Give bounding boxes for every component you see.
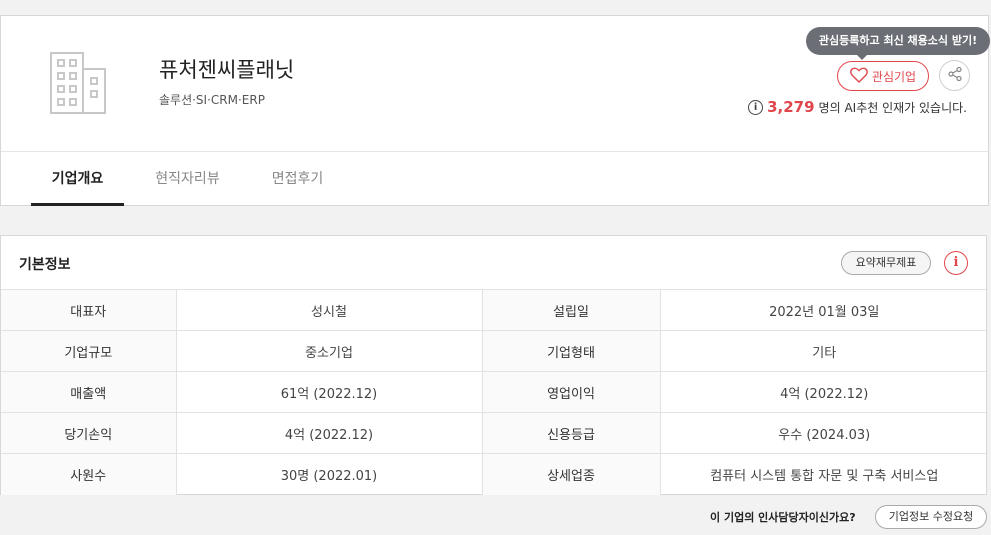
row-value: 중소기업 xyxy=(175,330,482,372)
basic-info-table: 대표자 성시철 설립일 2022년 01월 03일 기업규모 중소기업 기업형태… xyxy=(1,289,988,495)
ai-talent-text: 명의 AI추천 인재가 있습니다. xyxy=(818,100,967,115)
company-name: 퓨처젠씨플래닛 xyxy=(159,58,295,82)
info-icon[interactable]: i xyxy=(748,99,764,115)
edit-request-button[interactable]: 기업정보 수정요청 xyxy=(875,505,987,529)
row-value: 우수 (2024.03) xyxy=(659,412,988,454)
row-value: 2022년 01월 03일 xyxy=(659,289,988,331)
row-label: 영업이익 xyxy=(481,371,660,413)
row-value: 61억 (2022.12) xyxy=(175,371,482,413)
share-icon xyxy=(947,66,963,86)
favorite-company-button[interactable]: 관심기업 xyxy=(837,61,929,91)
row-label: 사원수 xyxy=(1,453,176,495)
financial-summary-button[interactable]: 요약재무제표 xyxy=(841,251,931,275)
row-label: 기업형태 xyxy=(481,330,660,372)
company-header-card: 퓨처젠씨플래닛 솔루션·SI·CRM·ERP 관심등록하고 최신 채용소식 받기… xyxy=(0,15,990,206)
row-label: 상세업종 xyxy=(481,453,660,495)
table-row: 매출액 61억 (2022.12) 영업이익 4억 (2022.12) xyxy=(1,371,988,413)
row-label: 당기손익 xyxy=(1,412,176,454)
row-value: 성시철 xyxy=(175,289,482,331)
building-icon xyxy=(49,52,109,114)
company-tabs: 기업개요 현직자리뷰 면접후기 xyxy=(1,151,988,206)
ai-talent-count: 3,279 xyxy=(767,98,815,116)
row-value: 30명 (2022.01) xyxy=(175,453,482,495)
table-row: 사원수 30명 (2022.01) 상세업종 컴퓨터 시스템 통합 자문 및 구… xyxy=(1,453,988,495)
table-row: 당기손익 4억 (2022.12) 신용등급 우수 (2024.03) xyxy=(1,412,988,454)
basic-info-title: 기본정보 xyxy=(19,257,71,273)
row-label: 설립일 xyxy=(481,289,660,331)
heart-icon xyxy=(850,67,868,86)
row-value: 기타 xyxy=(659,330,988,372)
share-button[interactable] xyxy=(939,60,970,91)
tab-interview-review[interactable]: 면접후기 xyxy=(251,152,344,206)
row-label: 매출액 xyxy=(1,371,176,413)
basic-info-card: 기본정보 요약재무제표 i 대표자 성시철 설립일 2022년 01월 03일 … xyxy=(0,235,988,495)
row-value: 컴퓨터 시스템 통합 자문 및 구축 서비스업 xyxy=(659,453,988,495)
row-label: 신용등급 xyxy=(481,412,660,454)
favorite-label: 관심기업 xyxy=(871,69,917,84)
row-value: 4억 (2022.12) xyxy=(175,412,482,454)
row-label: 기업규모 xyxy=(1,330,176,372)
tab-employee-review[interactable]: 현직자리뷰 xyxy=(141,152,234,206)
favorite-tooltip: 관심등록하고 최신 채용소식 받기! xyxy=(806,27,990,60)
row-value: 4억 (2022.12) xyxy=(659,371,988,413)
table-row: 대표자 성시철 설립일 2022년 01월 03일 xyxy=(1,289,988,331)
ai-recommend-line: i 3,279 명의 AI추천 인재가 있습니다. xyxy=(748,98,967,116)
info-alert-icon[interactable]: i xyxy=(944,251,968,275)
tab-company-overview[interactable]: 기업개요 xyxy=(31,152,124,206)
table-row: 기업규모 중소기업 기업형태 기타 xyxy=(1,330,988,372)
row-label: 대표자 xyxy=(1,289,176,331)
hr-manager-question: 이 기업의 인사담당자이신가요? xyxy=(710,511,856,524)
company-category: 솔루션·SI·CRM·ERP xyxy=(159,93,265,107)
